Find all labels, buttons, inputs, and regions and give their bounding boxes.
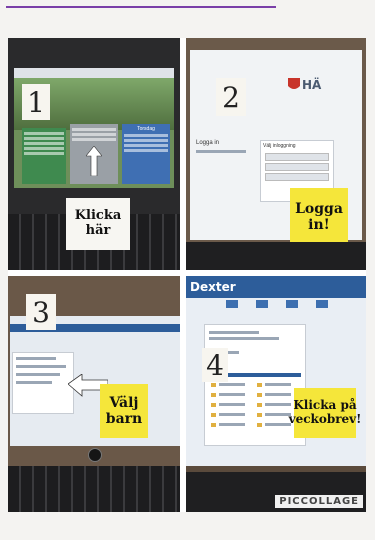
menu-item[interactable] <box>316 300 328 308</box>
card-blue-title: Torsdag <box>137 126 155 132</box>
child-select-box <box>12 352 74 414</box>
weekly-letter-folder-icon[interactable] <box>257 423 262 427</box>
note-line-2: här <box>85 223 111 238</box>
step-number: 3 <box>26 294 56 330</box>
brand: Dexter <box>190 280 236 294</box>
top-link-underline[interactable] <box>6 0 276 8</box>
note-line-1: Klicka <box>74 208 122 224</box>
step-4-note: Klicka på veckobrev! <box>289 388 361 438</box>
login-option-1[interactable] <box>265 153 329 161</box>
step-3-photo: 3 Välj barn <box>8 276 180 512</box>
login-option-3[interactable] <box>265 173 329 181</box>
browser-bar <box>14 68 174 78</box>
note-line-1: Klicka på <box>293 398 357 413</box>
step-2-photo: HÄ Logga in Välj inloggning 2 Logga in! <box>186 38 366 270</box>
note-line-2: barn <box>105 411 143 427</box>
login-title: Logga in <box>196 140 220 146</box>
step-2-note: Logga in! <box>290 188 348 246</box>
card-blue[interactable]: Torsdag <box>122 124 170 184</box>
step-3-note: Välj barn <box>100 384 148 438</box>
documents-box <box>204 324 306 446</box>
hp-logo-icon <box>88 448 102 462</box>
city-crest-icon <box>288 78 300 89</box>
laptop-base <box>186 242 366 270</box>
text-line <box>196 150 246 153</box>
menu-item[interactable] <box>256 300 268 308</box>
watermark: PICCOLLAGE <box>275 495 363 508</box>
step-4-photo: Dexter 4 Klicka på veckobrev! <box>186 276 366 512</box>
login-box-title: Välj inloggning <box>263 143 296 149</box>
step-number: 2 <box>216 78 246 116</box>
note-line-2: veckobrev! <box>288 412 362 426</box>
photo-collage: Torsdag 1 Klicka här HÄ Logga in Välj in… <box>8 38 366 512</box>
login-option-2[interactable] <box>265 163 329 171</box>
note-line-1: Logga <box>295 200 343 217</box>
card-green[interactable] <box>22 128 66 184</box>
keyboard <box>8 466 180 512</box>
site-name: HÄ <box>302 78 322 92</box>
step-number: 1 <box>22 84 50 120</box>
menu-item[interactable] <box>226 300 238 308</box>
arrow-up-icon <box>86 146 102 176</box>
note-line-2: in! <box>308 217 330 233</box>
note-line-1: Välj <box>109 394 139 411</box>
step-number: 4 <box>202 348 228 382</box>
step-1-photo: Torsdag 1 Klicka här <box>8 38 180 270</box>
menu-item[interactable] <box>286 300 298 308</box>
step-1-note: Klicka här <box>66 198 130 250</box>
